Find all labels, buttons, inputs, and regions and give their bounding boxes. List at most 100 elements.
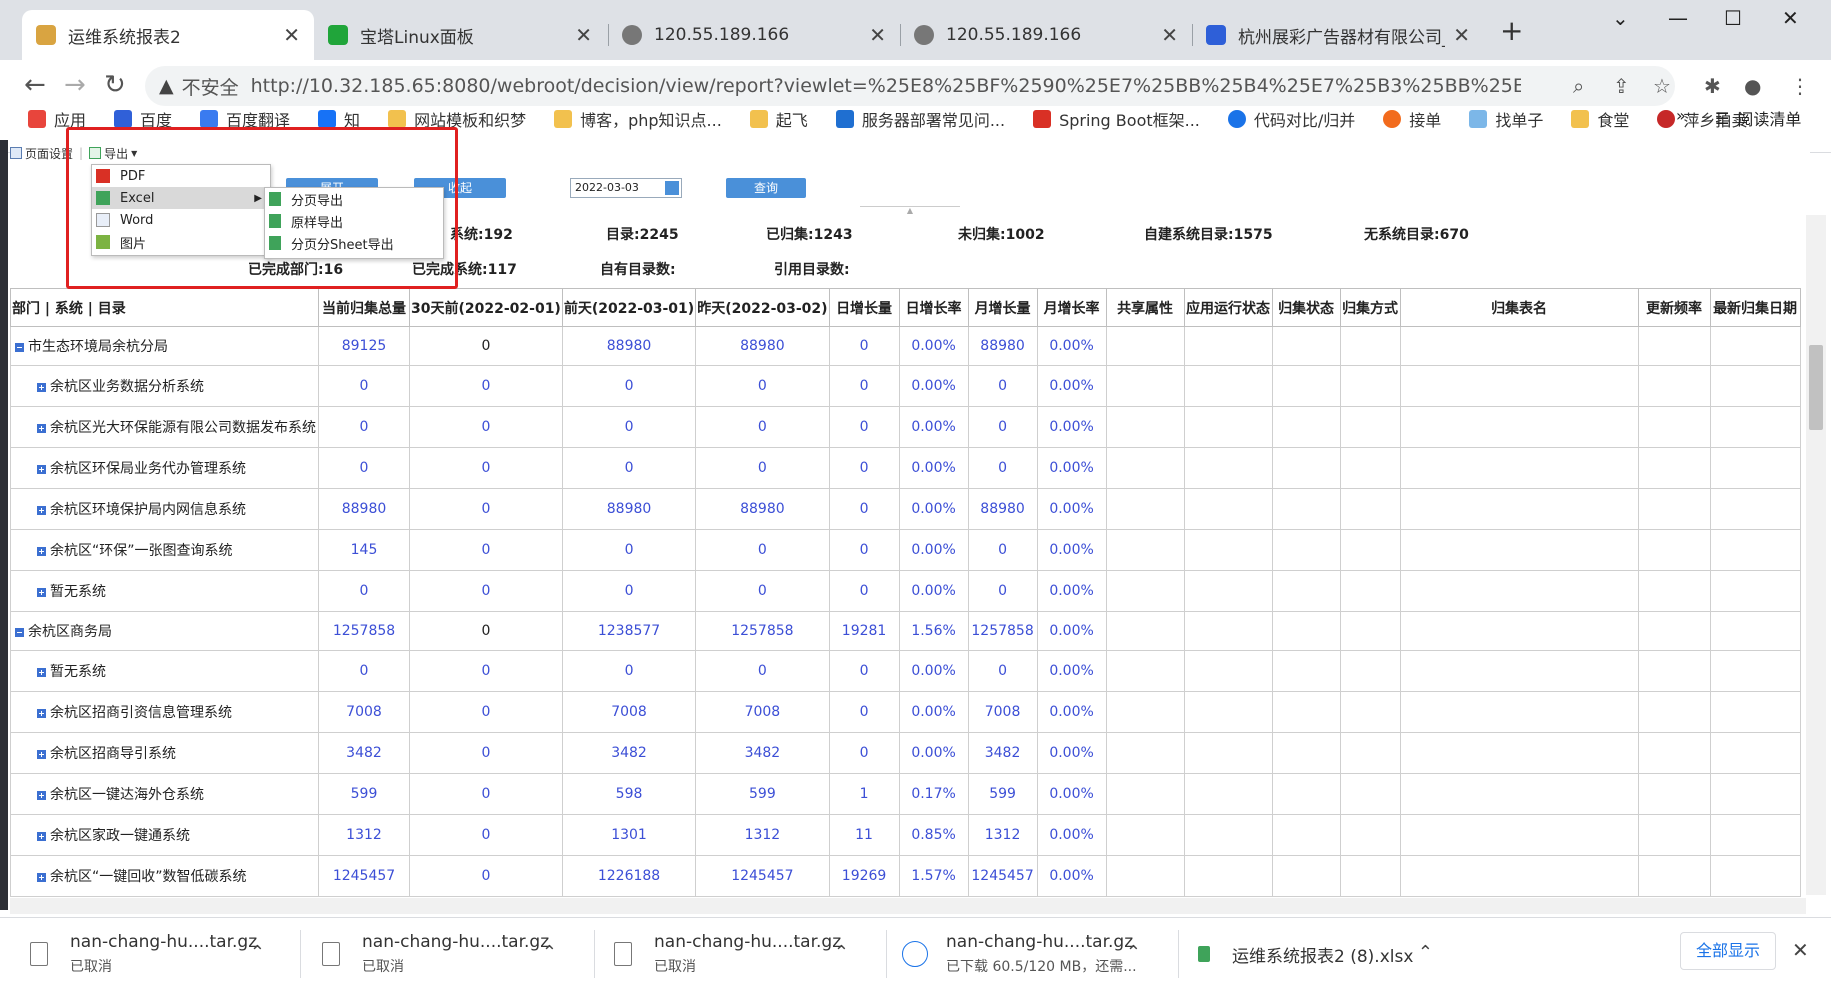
date-field[interactable]: 2022-03-03: [570, 178, 682, 198]
value-cell: 0: [318, 406, 410, 448]
back-icon[interactable]: ←: [24, 70, 46, 100]
bookmark-folder-blog[interactable]: 博客，php知识点...: [554, 107, 722, 131]
bookmark-find-orders[interactable]: 找单子: [1469, 107, 1543, 131]
tree-expand-icon[interactable]: [37, 831, 46, 841]
tree-expand-icon[interactable]: [37, 464, 46, 474]
tree-expand-icon[interactable]: [37, 749, 46, 759]
close-window-button[interactable]: ✕: [1782, 6, 1799, 30]
chevron-up-icon[interactable]: ⌃: [1418, 942, 1433, 963]
bookmark-folder-canteen[interactable]: 食堂: [1571, 107, 1629, 131]
value-cell: 0: [967, 529, 1038, 571]
close-icon[interactable]: ✕: [1161, 23, 1178, 47]
download-item-xlsx[interactable]: 运维系统报表2 (8).xlsx ⌃: [1168, 924, 1453, 984]
empty-cell: [1183, 365, 1273, 407]
column-header: 昨天(2022-03-02): [695, 288, 830, 327]
row-name-cell: 余杭区“环保”一张图查询系统: [10, 529, 319, 571]
close-icon[interactable]: ✕: [1792, 938, 1809, 962]
value-cell: 0.00%: [898, 570, 969, 612]
empty-cell: [1105, 650, 1185, 692]
chevron-up-icon[interactable]: ▲: [860, 206, 960, 215]
bookmark-folder-takeoff[interactable]: 起飞: [749, 107, 808, 131]
tree-collapse-icon[interactable]: [15, 627, 24, 637]
value-cell: 0: [828, 691, 900, 733]
tree-expand-icon[interactable]: [37, 382, 46, 392]
value-cell: 19269: [828, 855, 900, 897]
value-cell: 0: [695, 570, 830, 612]
share-icon[interactable]: ⇪: [1613, 74, 1630, 98]
empty-cell: [1399, 691, 1639, 733]
value-cell: 0: [561, 365, 697, 407]
tree-expand-icon[interactable]: [37, 667, 46, 677]
report-table: 部门 | 系统 | 目录 当前归集总量 30天前(2022-02-01) 前天(202…: [10, 288, 1801, 897]
tree-expand-icon[interactable]: [37, 708, 46, 718]
reading-list-button[interactable]: ☰ 阅读清单: [1715, 106, 1801, 130]
close-icon[interactable]: ✕: [869, 23, 886, 47]
empty-cell: [1183, 732, 1273, 774]
show-all-button[interactable]: 全部显示: [1680, 932, 1776, 970]
tree-expand-icon[interactable]: [37, 587, 46, 597]
forward-icon[interactable]: →: [64, 70, 86, 100]
url-text[interactable]: http://10.32.185.65:8080/webroot/decisio…: [251, 75, 1521, 97]
profile-avatar-icon[interactable]: ●: [1744, 74, 1761, 98]
empty-cell: [1637, 691, 1711, 733]
tree-expand-icon[interactable]: [37, 423, 46, 433]
bookmarks-overflow-button[interactable]: »: [1676, 106, 1686, 125]
close-icon[interactable]: ✕: [283, 23, 300, 47]
query-button[interactable]: 查询: [726, 178, 806, 198]
tree-expand-icon[interactable]: [37, 872, 46, 882]
chevron-up-icon[interactable]: ⌃: [542, 942, 557, 963]
download-item-in-progress[interactable]: nan-chang-hu....tar.gz 已下载 60.5/120 MB，还需…: [876, 924, 1161, 984]
bookmark-star-icon[interactable]: ☆: [1653, 74, 1671, 98]
zoom-search-icon[interactable]: ⌕: [1573, 74, 1584, 98]
extensions-icon[interactable]: ✱: [1704, 74, 1721, 98]
chevron-up-icon[interactable]: ⌃: [1126, 942, 1141, 963]
close-icon[interactable]: ✕: [1453, 23, 1470, 47]
chevron-up-icon[interactable]: ⌃: [250, 942, 265, 963]
tab-report[interactable]: 运维系统报表2 ✕: [22, 10, 314, 60]
download-item[interactable]: nan-chang-hu....tar.gz 已取消 ⌃: [292, 924, 577, 984]
download-status: 已取消: [362, 959, 404, 975]
new-tab-button[interactable]: +: [1500, 14, 1523, 47]
bookmark-server-deploy[interactable]: 服务器部署常见问...: [835, 107, 1005, 131]
page-setup-button[interactable]: 页面设置: [10, 145, 73, 162]
empty-cell: [1271, 570, 1341, 612]
tab-ip-2[interactable]: 120.55.189.166 ✕: [900, 10, 1192, 60]
row-name-cell: 余杭区光大环保能源有限公司数据发布系统: [10, 406, 319, 448]
tab-baota[interactable]: 宝塔Linux面板 ✕: [314, 10, 606, 60]
calendar-icon[interactable]: [665, 181, 679, 195]
close-icon[interactable]: ✕: [575, 23, 592, 47]
value-cell: 0: [828, 326, 900, 366]
tree-expand-icon[interactable]: [37, 546, 46, 556]
bookmark-orders[interactable]: 接单: [1383, 107, 1441, 131]
column-header: 30天前(2022-02-01): [409, 288, 563, 327]
tab-ip-1[interactable]: 120.55.189.166 ✕: [608, 10, 900, 60]
empty-cell: [1339, 529, 1401, 571]
download-item[interactable]: nan-chang-hu....tar.gz 已取消 ⌃: [0, 924, 285, 984]
menu-kebab-icon[interactable]: ⋮: [1790, 74, 1810, 98]
empty-cell: [1271, 365, 1341, 407]
vertical-scrollbar[interactable]: [1806, 215, 1826, 895]
maximize-button[interactable]: ☐: [1724, 6, 1742, 30]
stat-collected: 已归集:1243: [766, 227, 853, 243]
empty-cell: [1105, 611, 1185, 651]
bookmark-spring-boot[interactable]: Spring Boot框架...: [1033, 107, 1200, 131]
tab-search-icon[interactable]: ⌄: [1612, 6, 1629, 30]
empty-cell: [1399, 326, 1639, 366]
empty-cell: [1637, 326, 1711, 366]
address-bar[interactable]: ▲ 不安全 http://10.32.185.65:8080/webroot/d…: [145, 66, 1675, 106]
bookmark-label: 博客，php知识点...: [580, 111, 722, 130]
report-favicon-icon: [36, 25, 56, 45]
empty-cell: [1709, 406, 1801, 448]
bookmark-code-compare[interactable]: 代码对比/归并: [1227, 107, 1355, 131]
reload-icon[interactable]: ↻: [104, 70, 126, 100]
tree-expand-icon[interactable]: [37, 790, 46, 800]
download-item[interactable]: nan-chang-hu....tar.gz 已取消 ⌃: [584, 924, 869, 984]
empty-cell: [1637, 732, 1711, 774]
minimize-button[interactable]: —: [1668, 6, 1688, 30]
horizontal-scrollbar[interactable]: [10, 898, 1806, 914]
tree-expand-icon[interactable]: [37, 505, 46, 515]
scrollbar-thumb[interactable]: [1809, 345, 1823, 430]
tree-collapse-icon[interactable]: [15, 342, 24, 352]
chevron-up-icon[interactable]: ⌃: [834, 942, 849, 963]
tab-baidu[interactable]: 杭州展彩广告器材有限公司_百度 ✕: [1192, 10, 1484, 60]
